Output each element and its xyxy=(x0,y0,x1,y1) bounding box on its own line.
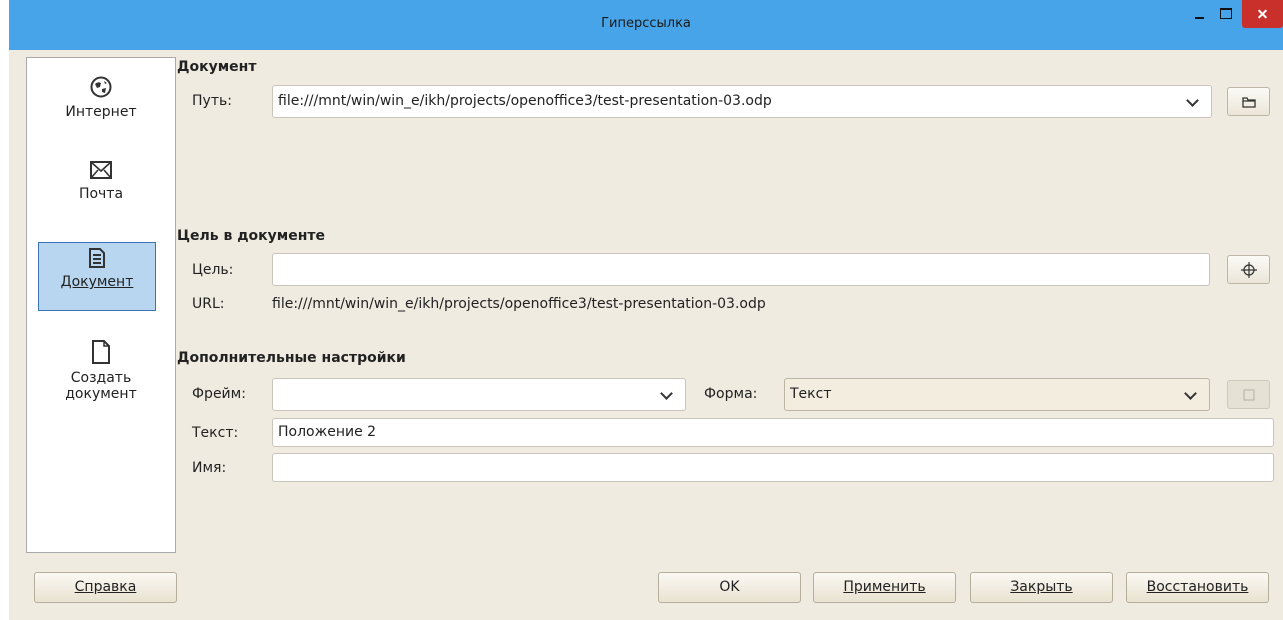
window-title: Гиперссылка xyxy=(601,16,691,31)
document-heading: Документ xyxy=(177,59,257,75)
url-value: file:///mnt/win/win_e/ikh/projects/openo… xyxy=(272,296,766,312)
apply-button[interactable]: Применить xyxy=(813,572,956,603)
close-button-label: Закрыть xyxy=(1010,579,1073,595)
sidebar-item-label: Создать документ xyxy=(65,370,137,402)
sidebar-item-mail[interactable]: Почта xyxy=(27,160,175,203)
reset-button[interactable]: Восстановить xyxy=(1126,572,1269,603)
apply-button-label: Применить xyxy=(843,579,926,595)
frame-combobox[interactable] xyxy=(272,378,686,411)
name-input[interactable] xyxy=(272,453,1274,482)
sidebar-item-document[interactable]: Документ xyxy=(38,242,156,311)
target-navigator-button[interactable] xyxy=(1227,255,1270,284)
reset-button-label: Восстановить xyxy=(1146,579,1249,595)
close-window-button[interactable] xyxy=(1242,0,1283,28)
path-combobox[interactable]: file:///mnt/win/win_e/ikh/projects/openo… xyxy=(272,85,1212,118)
title-bar[interactable]: Гиперссылка xyxy=(9,0,1283,50)
events-button[interactable] xyxy=(1227,380,1270,409)
path-label: Путь: xyxy=(192,93,232,109)
hyperlink-type-sidebar: Интернет Почта Документ Создать документ xyxy=(26,57,176,553)
maximize-button[interactable] xyxy=(1212,0,1240,28)
target-label: Цель: xyxy=(192,262,234,278)
browse-button[interactable] xyxy=(1227,87,1270,116)
new-document-icon xyxy=(92,340,110,364)
target-input[interactable] xyxy=(272,253,1210,286)
sidebar-item-label: Документ xyxy=(60,274,134,290)
ok-button[interactable]: OK xyxy=(658,572,801,603)
folder-icon xyxy=(1242,97,1256,108)
close-button[interactable]: Закрыть xyxy=(970,572,1113,603)
name-label: Имя: xyxy=(192,460,227,476)
text-label: Текст: xyxy=(192,425,239,441)
ok-button-label: OK xyxy=(719,579,740,595)
help-button-label: Справка xyxy=(74,579,137,595)
sidebar-item-label: Интернет xyxy=(65,104,137,120)
url-label: URL: xyxy=(192,296,225,312)
globe-icon xyxy=(90,76,112,98)
frame-label: Фрейм: xyxy=(192,386,246,402)
target-heading: Цель в документе xyxy=(177,228,325,244)
sidebar-item-label: Почта xyxy=(78,186,124,202)
form-combobox[interactable]: Текст xyxy=(784,378,1210,411)
help-button[interactable]: Справка xyxy=(34,572,177,603)
extra-settings-heading: Дополнительные настройки xyxy=(177,350,406,366)
envelope-icon xyxy=(90,161,112,179)
minimize-button[interactable] xyxy=(1186,0,1214,28)
events-icon xyxy=(1243,389,1255,401)
form-label: Форма: xyxy=(704,386,758,402)
sidebar-item-internet[interactable]: Интернет xyxy=(27,76,175,121)
sidebar-item-new-document[interactable]: Создать документ xyxy=(27,340,175,402)
crosshair-icon xyxy=(1241,262,1257,278)
text-input[interactable]: Положение 2 xyxy=(272,418,1274,447)
document-icon xyxy=(89,248,105,268)
hyperlink-dialog: Гиперссылка Интернет Почта Документ Созд… xyxy=(9,0,1283,620)
